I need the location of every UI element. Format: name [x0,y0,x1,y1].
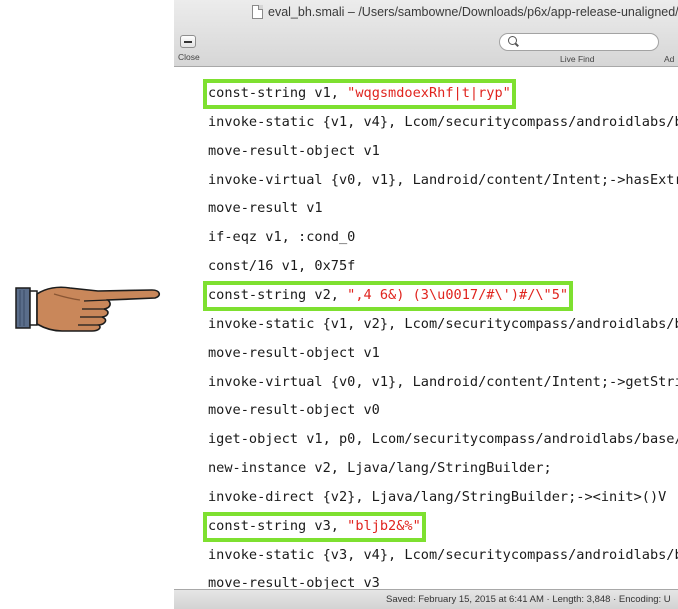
code-line: const/16 v1, 0x75f [208,255,355,277]
code-line: iget-object v1, p0, Lcom/securitycompass… [208,428,678,450]
code-text: const/16 v1, 0x75f [208,258,356,275]
code-text: move-result-object v1 [208,344,380,361]
code-line: invoke-static {v1, v2}, Lcom/securitycom… [208,313,678,335]
code-line: invoke-direct {v2}, Ljava/lang/StringBui… [208,486,666,508]
string-literal: "wqgsmdoexRhf|t|ryp" [347,85,511,101]
code-line: move-result-object v3 [208,572,380,589]
code-line: const-string v1, "wqgsmdoexRhf|t|ryp" [203,79,516,109]
code-line: invoke-virtual {v0, v1}, Landroid/conten… [208,169,678,191]
code-text: const-string v2, [208,286,348,303]
code-text: invoke-virtual {v0, v1}, Landroid/conten… [208,171,678,188]
code-line: move-result-object v1 [208,140,380,162]
code-line: const-string v3, "bljb2&%" [203,511,426,542]
status-text: Saved: February 15, 2015 at 6:41 AM · Le… [386,594,671,605]
code-text: invoke-static {v1, v4}, Lcom/securitycom… [208,113,678,130]
code-line: new-instance v2, Ljava/lang/StringBuilde… [208,457,552,479]
close-button[interactable] [180,35,196,48]
live-find-label: Live Find [560,54,595,64]
window-titlebar: eval_bh.smali – /Users/sambowne/Download… [174,0,678,67]
window-title-row: eval_bh.smali – /Users/sambowne/Download… [174,4,678,24]
document-icon [252,5,263,19]
code-line: move-result-object v0 [208,399,380,421]
code-text: const-string v1, [208,85,348,101]
status-bar: Saved: February 15, 2015 at 6:41 AM · Le… [174,589,678,609]
code-text: if-eqz v1, :cond_0 [208,229,356,246]
editor-window: eval_bh.smali – /Users/sambowne/Download… [174,0,678,609]
search-icon [508,36,517,45]
code-line: move-result-object v1 [208,342,380,364]
code-text: invoke-static {v3, v4}, Lcom/securitycom… [208,546,678,563]
code-text: iget-object v1, p0, Lcom/securitycompass… [208,431,678,448]
code-line: invoke-virtual {v0, v1}, Landroid/conten… [208,371,678,393]
search-input[interactable] [499,33,659,51]
advanced-label: Ad [664,54,675,64]
code-text: const-string v3, [208,517,348,534]
code-text: invoke-direct {v2}, Ljava/lang/StringBui… [208,488,667,505]
pointing-hand-icon [15,286,161,332]
code-text: move-result-object v0 [208,402,380,419]
string-literal: ",4 6&) (3\u0017/#\')#/\"5" [347,286,569,303]
window-title: eval_bh.smali – /Users/sambowne/Download… [268,5,678,19]
code-line: invoke-static {v3, v4}, Lcom/securitycom… [208,544,678,566]
string-literal: "bljb2&%" [347,517,421,534]
code-text: move-result v1 [208,200,323,217]
code-text: move-result-object v1 [208,142,380,159]
code-text: invoke-static {v1, v2}, Lcom/securitycom… [208,315,678,332]
code-line: move-result v1 [208,197,323,219]
code-line: invoke-static {v1, v4}, Lcom/securitycom… [208,111,678,133]
code-view[interactable]: const-string v1, "wqgsmdoexRhf|t|ryp" inv… [174,66,678,589]
code-line: if-eqz v1, :cond_0 [208,226,355,248]
code-text: invoke-virtual {v0, v1}, Landroid/conten… [208,373,678,390]
code-line: const-string v2, ",4 6&) (3\u0017/#\')#/… [203,280,574,311]
code-text: move-result-object v3 [208,575,380,589]
close-label: Close [178,52,200,62]
code-text: new-instance v2, Ljava/lang/StringBuilde… [208,460,552,477]
